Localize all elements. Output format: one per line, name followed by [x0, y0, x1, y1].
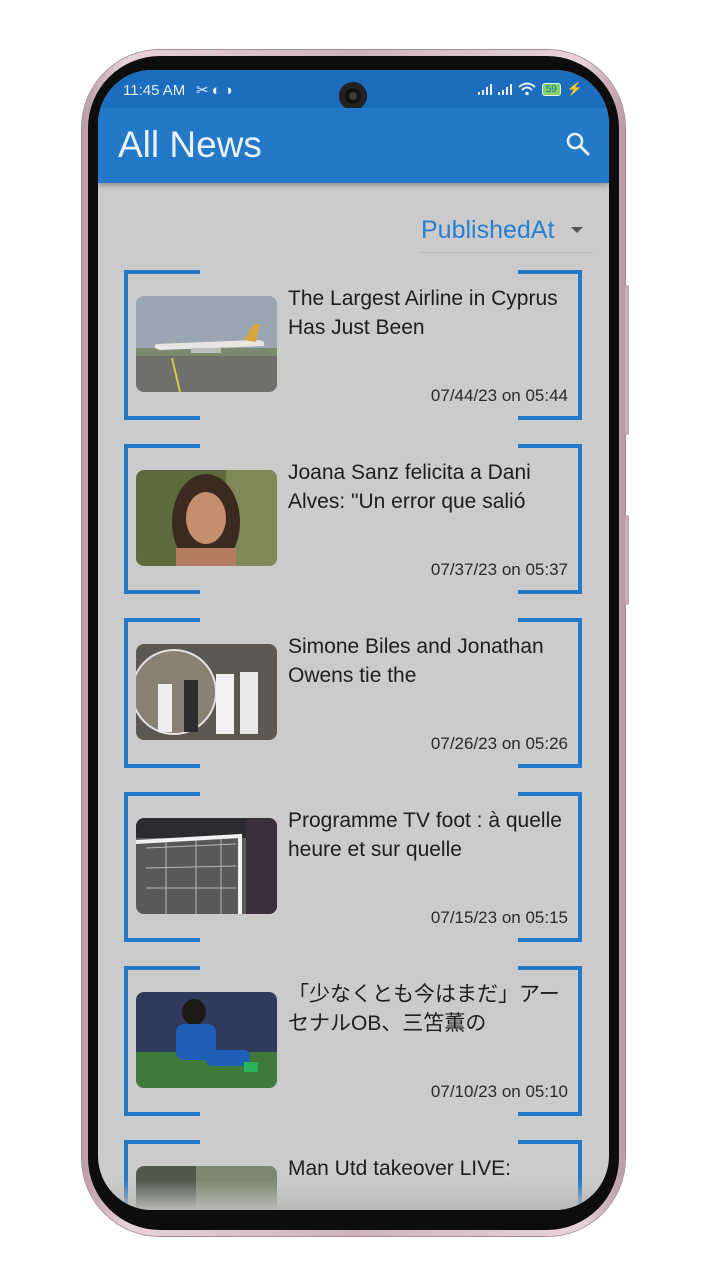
app-notification-icon-2: ◑	[223, 82, 236, 99]
sort-dropdown[interactable]: PublishedAt	[421, 210, 593, 253]
news-title: Joana Sanz felicita a Dani Alves: "Un er…	[288, 461, 531, 513]
news-title: Programme TV foot : à quelle heure et su…	[288, 809, 562, 861]
notification-icons: ✂◐◑	[196, 81, 236, 99]
bottom-fade	[98, 1180, 609, 1210]
charging-icon: ⚡	[566, 81, 583, 96]
news-title: 「少なくとも今はまだ」アーセナルOB、三笘薫の	[288, 983, 560, 1035]
wifi-icon	[518, 82, 536, 96]
news-title: Simone Biles and Jonathan Owens tie the	[288, 635, 544, 687]
mute-icon: ✂	[196, 82, 212, 99]
news-thumbnail	[136, 644, 277, 740]
app-bar: All News	[98, 108, 609, 183]
news-title: The Largest Airline in Cyprus Has Just B…	[288, 287, 558, 339]
screen: 11:45 AM ✂◐◑ 59 ⚡ All News PublishedAt T…	[98, 70, 609, 1210]
front-camera	[339, 82, 367, 110]
news-card[interactable]: 「少なくとも今はまだ」アーセナルOB、三笘薫の 07/10/23 on 05:1…	[124, 966, 582, 1116]
sort-selected-value: PublishedAt	[421, 216, 555, 244]
news-thumbnail	[136, 470, 277, 566]
power-button	[625, 515, 629, 605]
signal-icon	[477, 83, 492, 95]
news-card[interactable]: The Largest Airline in Cyprus Has Just B…	[124, 270, 582, 420]
page-title: All News	[118, 124, 262, 165]
news-date: 07/44/23 on 05:44	[430, 386, 568, 405]
chevron-down-icon	[571, 227, 583, 233]
news-thumbnail	[136, 296, 277, 392]
news-date: 07/37/23 on 05:37	[430, 560, 568, 579]
volume-button	[625, 285, 629, 435]
news-date: 07/10/23 on 05:10	[430, 1082, 568, 1101]
news-date: 07/26/23 on 05:26	[430, 734, 568, 753]
news-thumbnail	[136, 992, 277, 1088]
news-card[interactable]: Joana Sanz felicita a Dani Alves: "Un er…	[124, 444, 582, 594]
battery-icon: 59	[541, 82, 561, 96]
status-time: 11:45 AM	[123, 82, 186, 99]
signal-icon-2	[497, 83, 512, 95]
news-thumbnail	[136, 818, 277, 914]
search-icon[interactable]	[565, 131, 591, 157]
news-date: 07/15/23 on 05:15	[430, 908, 568, 927]
status-indicators: 59 ⚡	[477, 81, 583, 97]
news-card[interactable]: Programme TV foot : à quelle heure et su…	[124, 792, 582, 942]
app-notification-icon: ◐	[211, 82, 224, 99]
status-bar: 11:45 AM ✂◐◑ 59 ⚡	[98, 70, 609, 110]
news-card[interactable]: Simone Biles and Jonathan Owens tie the …	[124, 618, 582, 768]
